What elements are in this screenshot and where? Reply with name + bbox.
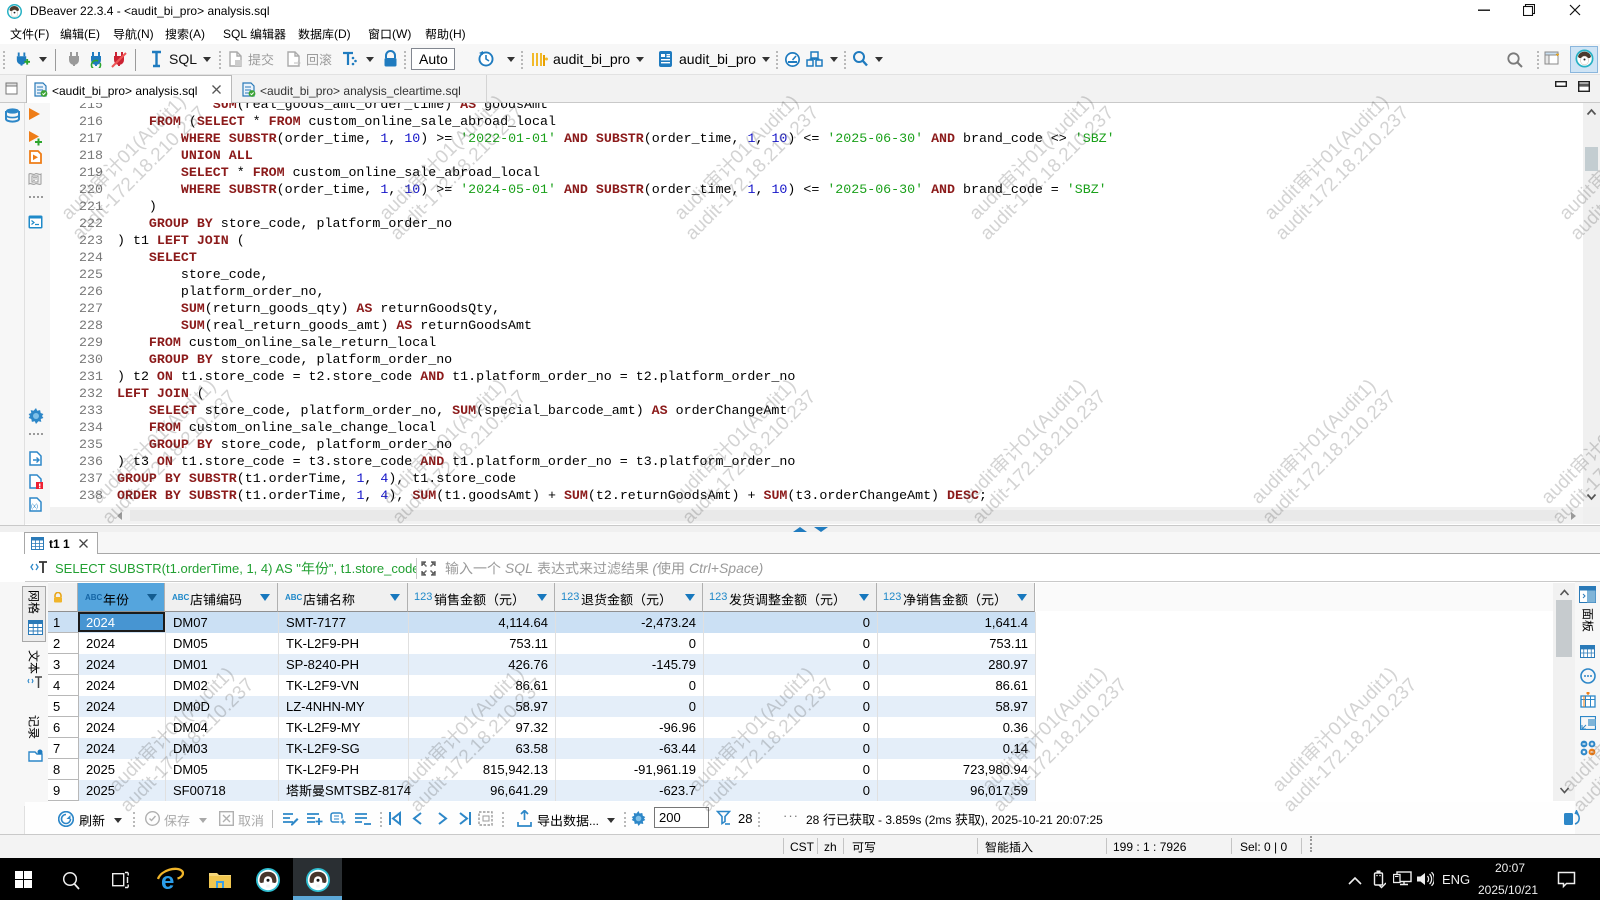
svg-text:e: e — [161, 868, 174, 893]
svg-text:(x): (x) — [31, 504, 38, 510]
